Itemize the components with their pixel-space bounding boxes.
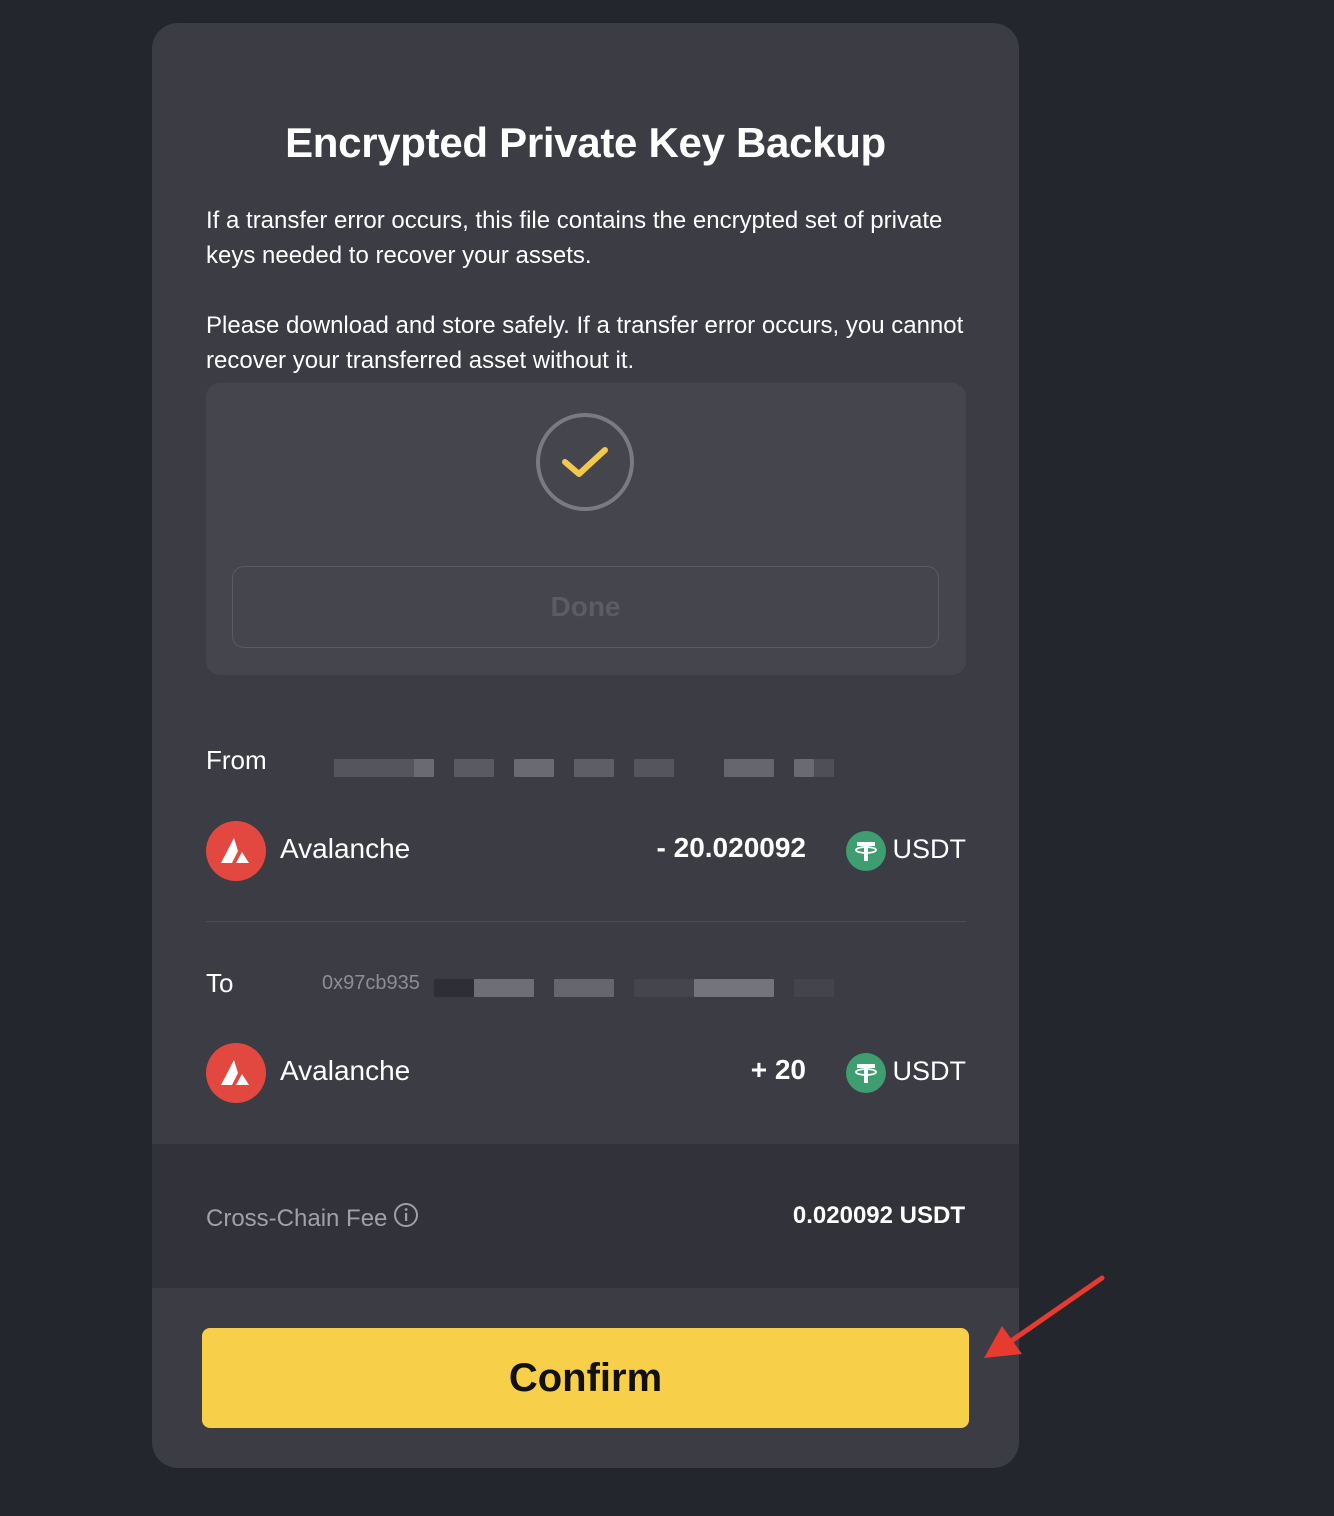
description-paragraph-1: If a transfer error occurs, this file co… — [206, 207, 943, 269]
to-amount: + 20 — [750, 1054, 806, 1085]
from-chain-name: Avalanche — [280, 833, 411, 864]
from-asset-row: Avalanche - 20.020092 USDT — [206, 821, 966, 881]
usdt-icon — [846, 1053, 886, 1093]
fee-label: Cross-Chain Fee — [206, 1204, 388, 1232]
confirm-button[interactable]: Confirm — [202, 1328, 969, 1428]
avalanche-icon — [206, 1043, 266, 1103]
from-amount: - 20.020092 — [656, 832, 806, 863]
fee-section: Cross-Chain Fee 0.020092 USDT — [152, 1144, 1019, 1288]
fee-value: 0.020092 USDT — [792, 1202, 965, 1229]
fee-label-group: Cross-Chain Fee — [206, 1202, 419, 1235]
done-button[interactable]: Done — [232, 566, 939, 648]
to-asset-row: Avalanche + 20 USDT — [206, 1043, 966, 1103]
avalanche-icon — [206, 821, 266, 881]
info-icon[interactable] — [393, 1202, 419, 1235]
from-label: From — [206, 745, 267, 775]
check-circle-icon — [536, 413, 634, 511]
description-paragraph-2: Please download and store safely. If a t… — [206, 312, 964, 374]
from-token-name: USDT — [892, 834, 967, 864]
download-box: Done — [206, 383, 966, 675]
to-token-name: USDT — [892, 1056, 967, 1086]
divider — [206, 921, 966, 922]
to-label: To — [206, 968, 234, 998]
to-address-prefix: 0x97cb935 — [322, 972, 420, 994]
annotation-arrow-icon — [984, 1275, 1105, 1358]
backup-modal: Encrypted Private Key Backup If a transf… — [152, 23, 1019, 1468]
modal-title: Encrypted Private Key Backup — [285, 119, 886, 166]
usdt-icon — [846, 831, 886, 871]
to-chain-name: Avalanche — [280, 1055, 411, 1086]
